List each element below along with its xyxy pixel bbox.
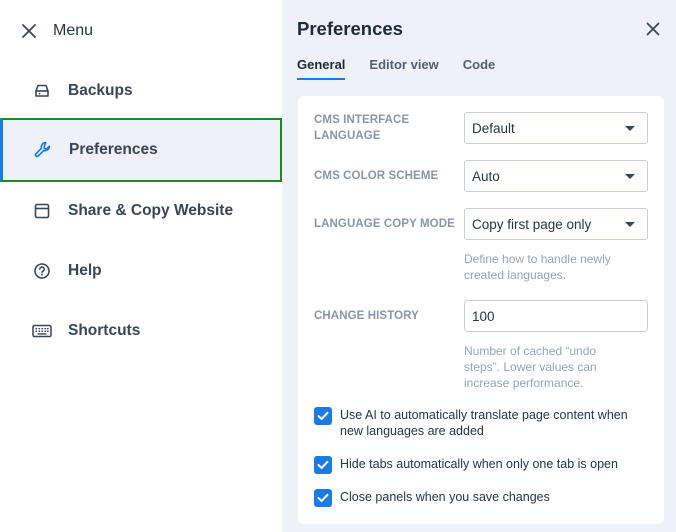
close-panel-icon[interactable]: [645, 21, 661, 37]
change-history-label: CHANGE HISTORY: [314, 310, 419, 322]
wrench-icon: [33, 140, 53, 160]
cms-language-value: Default: [472, 120, 515, 136]
hide-tabs-checkbox-row[interactable]: Hide tabs automatically when only one ta…: [314, 456, 650, 474]
sidebar-item-backups[interactable]: Backups: [0, 59, 282, 123]
sidebar-item-share-copy-website[interactable]: Share & Copy Website: [0, 179, 282, 243]
ai-translate-label: Use AI to automatically translate page c…: [340, 408, 628, 438]
copy-mode-label: LANGUAGE COPY MODE: [314, 218, 455, 230]
preferences-panel: Preferences General Editor view Code CMS…: [282, 0, 676, 532]
tab-general[interactable]: General: [297, 57, 346, 80]
copy-mode-select[interactable]: Copy first page only: [464, 208, 648, 240]
change-history-input[interactable]: [464, 300, 648, 332]
sidebar-item-label: Shortcuts: [68, 322, 141, 339]
sidebar-item-label: Help: [68, 262, 102, 279]
color-scheme-value: Auto: [472, 168, 500, 184]
question-circle-icon: [32, 261, 52, 281]
chevron-down-icon: [625, 222, 635, 227]
hide-tabs-label: Hide tabs automatically when only one ta…: [340, 457, 618, 471]
close-panels-label: Close panels when you save changes: [340, 490, 550, 504]
copy-mode-hint: Define how to handle newly created langu…: [464, 252, 611, 282]
sidebar-item-label: Share & Copy Website: [68, 202, 234, 219]
keyboard-icon: [32, 321, 52, 341]
browser-window-icon: [32, 201, 52, 221]
tab-code[interactable]: Code: [463, 57, 496, 80]
sidebar-item-label: Preferences: [69, 141, 158, 158]
menu-title: Menu: [53, 22, 94, 39]
ai-translate-checkbox-row[interactable]: Use AI to automatically translate page c…: [314, 407, 650, 439]
sidebar-item-label: Backups: [68, 82, 133, 99]
hard-drive-icon: [32, 81, 52, 101]
sidebar-item-preferences[interactable]: Preferences: [0, 118, 282, 182]
close-panels-checkbox-row[interactable]: Close panels when you save changes: [314, 489, 650, 507]
cms-language-select[interactable]: Default: [464, 112, 648, 144]
checkbox-checked-icon[interactable]: [314, 407, 332, 425]
sidebar-item-help[interactable]: Help: [0, 239, 282, 303]
change-history-hint: Number of cached “undo steps”. Lower val…: [464, 344, 597, 390]
sidebar-item-shortcuts[interactable]: Shortcuts: [0, 299, 282, 363]
checkbox-checked-icon[interactable]: [314, 489, 332, 507]
settings-card: CMS INTERFACE LANGUAGE Default CMS COLOR…: [298, 96, 664, 524]
tab-bar: General Editor view Code: [297, 57, 519, 80]
panel-title: Preferences: [297, 18, 403, 39]
checkbox-checked-icon[interactable]: [314, 456, 332, 474]
cms-language-label: CMS INTERFACE LANGUAGE: [314, 114, 410, 142]
menu-header: Menu: [20, 19, 93, 43]
color-scheme-label: CMS COLOR SCHEME: [314, 170, 439, 182]
chevron-down-icon: [625, 126, 635, 131]
close-menu-icon[interactable]: [20, 22, 38, 40]
sidebar-menu: Menu Backups Preferences Share & Copy We…: [0, 0, 282, 532]
color-scheme-select[interactable]: Auto: [464, 160, 648, 192]
chevron-down-icon: [625, 174, 635, 179]
tab-editor-view[interactable]: Editor view: [369, 57, 438, 80]
copy-mode-value: Copy first page only: [472, 216, 592, 232]
